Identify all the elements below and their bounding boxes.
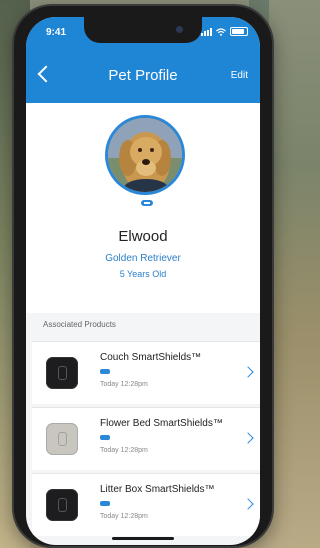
pet-breed: Golden Retriever	[105, 253, 181, 264]
phone-frame: 9:41 Pet Profile Edit Elwood Golden Retr…	[14, 6, 272, 546]
home-indicator[interactable]	[112, 537, 174, 540]
battery-badge-icon	[100, 501, 110, 506]
product-timestamp: Today 12:28pm	[100, 447, 148, 454]
pet-age: 5 Years Old	[119, 269, 167, 279]
status-icons	[201, 27, 248, 36]
battery-badge-icon	[100, 435, 110, 440]
product-row[interactable]: Couch SmartShields™ Today 12:28pm	[32, 341, 260, 404]
dog-photo-icon	[108, 118, 182, 192]
smartshield-device-icon	[46, 357, 78, 389]
product-row[interactable]: Flower Bed SmartShields™ Today 12:28pm	[32, 407, 260, 470]
notch	[84, 17, 202, 43]
smartshield-device-icon	[46, 489, 78, 521]
app-screen: 9:41 Pet Profile Edit Elwood Golden Retr…	[26, 17, 260, 545]
pet-avatar[interactable]	[105, 115, 185, 195]
header-bar: 9:41 Pet Profile Edit	[26, 17, 260, 103]
product-row[interactable]: Litter Box SmartShields™ Today 12:28pm	[32, 473, 260, 536]
camera-icon	[176, 26, 183, 33]
status-time: 9:41	[46, 27, 67, 38]
pet-name: Elwood	[118, 228, 168, 245]
signal-icon	[201, 27, 212, 36]
chevron-right-icon[interactable]	[242, 432, 254, 444]
product-timestamp: Today 12:28pm	[100, 513, 148, 520]
product-timestamp: Today 12:28pm	[100, 381, 148, 388]
smartshield-device-icon	[46, 423, 78, 455]
edit-button[interactable]: Edit	[231, 70, 248, 81]
chevron-right-icon[interactable]	[242, 366, 254, 378]
battery-badge-icon	[100, 369, 110, 374]
pet-profile-card: Elwood Golden Retriever 5 Years Old	[26, 103, 260, 313]
wifi-icon	[216, 27, 226, 36]
battery-icon	[230, 27, 248, 36]
battery-status-badge	[141, 200, 153, 206]
page-title: Pet Profile	[108, 67, 178, 84]
product-name: Flower Bed SmartShields™	[100, 418, 223, 429]
product-name: Couch SmartShields™	[100, 352, 202, 363]
product-name: Litter Box SmartShields™	[100, 484, 215, 495]
associated-products-label: Associated Products	[43, 320, 116, 329]
chevron-right-icon[interactable]	[242, 498, 254, 510]
